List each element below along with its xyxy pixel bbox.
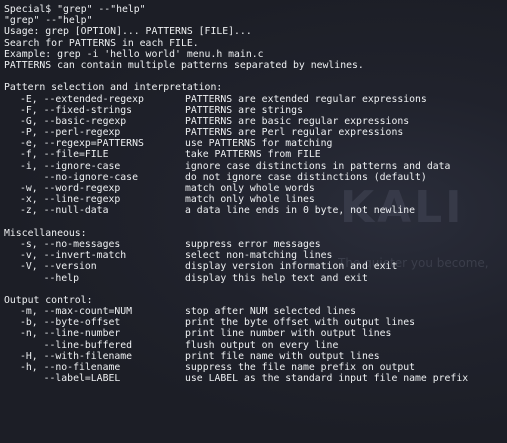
option-line: -e, --regexp=PATTERNS use PATTERNS for ma… [4,138,507,149]
option-description: display this help text and exit [185,272,368,284]
option-description: a data line ends in 0 byte, not newline [185,205,416,217]
usage-line: Usage: grep [OPTION]... PATTERNS [FILE].… [4,26,252,38]
option-flag: -P, --perl-regexp [20,127,121,139]
option-flag: --no-ignore-case [20,171,138,183]
option-line: --help display this help text and exit [4,273,507,284]
option-description: print file name with output lines [185,350,380,362]
option-line: -G, --basic-regexp PATTERNS are basic reg… [4,116,507,127]
option-description: select non-matching lines [185,250,333,262]
section-heading: Miscellaneous: [4,227,87,239]
option-line: -f, --file=FILE take PATTERNS from FILE [4,149,507,160]
option-flag: -E, --extended-regexp [20,93,144,105]
option-description: PATTERNS are strings [185,104,303,116]
option-flag: -i, --ignore-case [20,160,121,172]
option-flag: -G, --basic-regexp [20,115,127,127]
option-line: -F, --fixed-strings PATTERNS are strings [4,105,507,116]
option-description: ignore case distinctions in patterns and… [185,160,451,172]
option-description: PATTERNS are extended regular expression… [185,93,427,105]
option-line: -P, --perl-regexp PATTERNS are Perl regul… [4,127,507,138]
option-flag: -f, --file=FILE [20,149,109,161]
option-line: --line-buffered flush output on every lin… [4,340,507,351]
option-description: take PATTERNS from FILE [185,149,321,161]
option-flag: -e, --regexp=PATTERNS [20,138,144,150]
option-description: match only whole words [185,183,315,194]
option-flag: -V, --version [20,261,97,273]
option-flag: -F, --fixed-strings [20,104,133,116]
option-flag: -w, --word-regexp [20,183,121,194]
option-description: do not ignore case distinctions (default… [185,171,427,183]
option-description: suppress error messages [185,238,321,250]
option-line: -x, --line-regexp match only whole lines [4,194,507,205]
option-flag: --label=LABEL [20,373,121,385]
option-description: use LABEL as the standard input file nam… [185,373,469,385]
option-line: -m, --max-count=NUM stop after NUM select… [4,306,507,317]
option-line: --label=LABEL use LABEL as the standard i… [4,373,507,384]
option-flag: --line-buffered [20,339,133,351]
option-description: match only whole lines [185,194,315,206]
option-line: -v, --invert-match select non-matching li… [4,250,507,261]
section-heading: Pattern selection and interpretation: [4,82,223,94]
option-line: -b, --byte-offset print the byte offset w… [4,317,507,328]
option-description: display version information and exit [185,261,398,273]
option-flag: -v, --invert-match [20,250,127,262]
option-line: -H, --with-filename print file name with … [4,351,507,362]
option-line: -n, --line-number print line number with … [4,328,507,339]
prompt-line: Special$ "grep" --"help" [4,4,507,15]
echo-line: "grep" --"help" [4,15,93,27]
option-description: PATTERNS are Perl regular expressions [185,127,404,139]
section-heading: Output control: [4,294,93,306]
option-flag: -m, --max-count=NUM [20,306,133,318]
option-line: -E, --extended-regexp PATTERNS are extend… [4,94,507,105]
option-flag: -H, --with-filename [20,350,133,362]
prompt-symbol: $ [45,4,52,15]
option-line: --no-ignore-case do not ignore case disti… [4,172,507,183]
prompt-user: Special [4,4,46,15]
example-line: Example: grep -i 'hello world' menu.h ma… [4,48,264,60]
option-flag: -b, --byte-offset [20,317,121,329]
option-line: -h, --no-filename suppress the file name … [4,362,507,373]
option-flag: -h, --no-filename [20,362,121,373]
option-flag: -s, --no-messages [20,238,121,250]
option-flag: -x, --line-regexp [20,194,121,206]
option-description: stop after NUM selected lines [185,306,357,318]
option-description: print line number with output lines [185,328,392,340]
option-description: use PATTERNS for matching [185,138,333,150]
option-description: suppress the file name prefix on output [185,362,416,373]
patterns-note-line: PATTERNS can contain multiple patterns s… [4,59,364,71]
description-line: Search for PATTERNS in each FILE. [4,37,199,49]
option-flag: --help [20,272,79,284]
option-line: -s, --no-messages suppress error messages [4,239,507,250]
option-description: PATTERNS are basic regular expressions [185,115,410,127]
option-line: -V, --version display version information… [4,261,507,272]
terminal-window[interactable]: KALI The quieter you become, Special$ "g… [0,0,507,443]
option-line: -i, --ignore-case ignore case distinction… [4,161,507,172]
option-flag: -n, --line-number [20,328,121,340]
option-description: flush output on every line [185,339,339,351]
option-line: -z, --null-data a data line ends in 0 byt… [4,205,507,216]
option-description: print the byte offset with output lines [185,317,416,329]
terminal-output: Special$ "grep" --"help" "grep" --"help"… [4,4,507,384]
prompt-command: "grep" --"help" [57,4,146,15]
option-line: -w, --word-regexp match only whole words [4,183,507,194]
option-flag: -z, --null-data [20,205,109,217]
